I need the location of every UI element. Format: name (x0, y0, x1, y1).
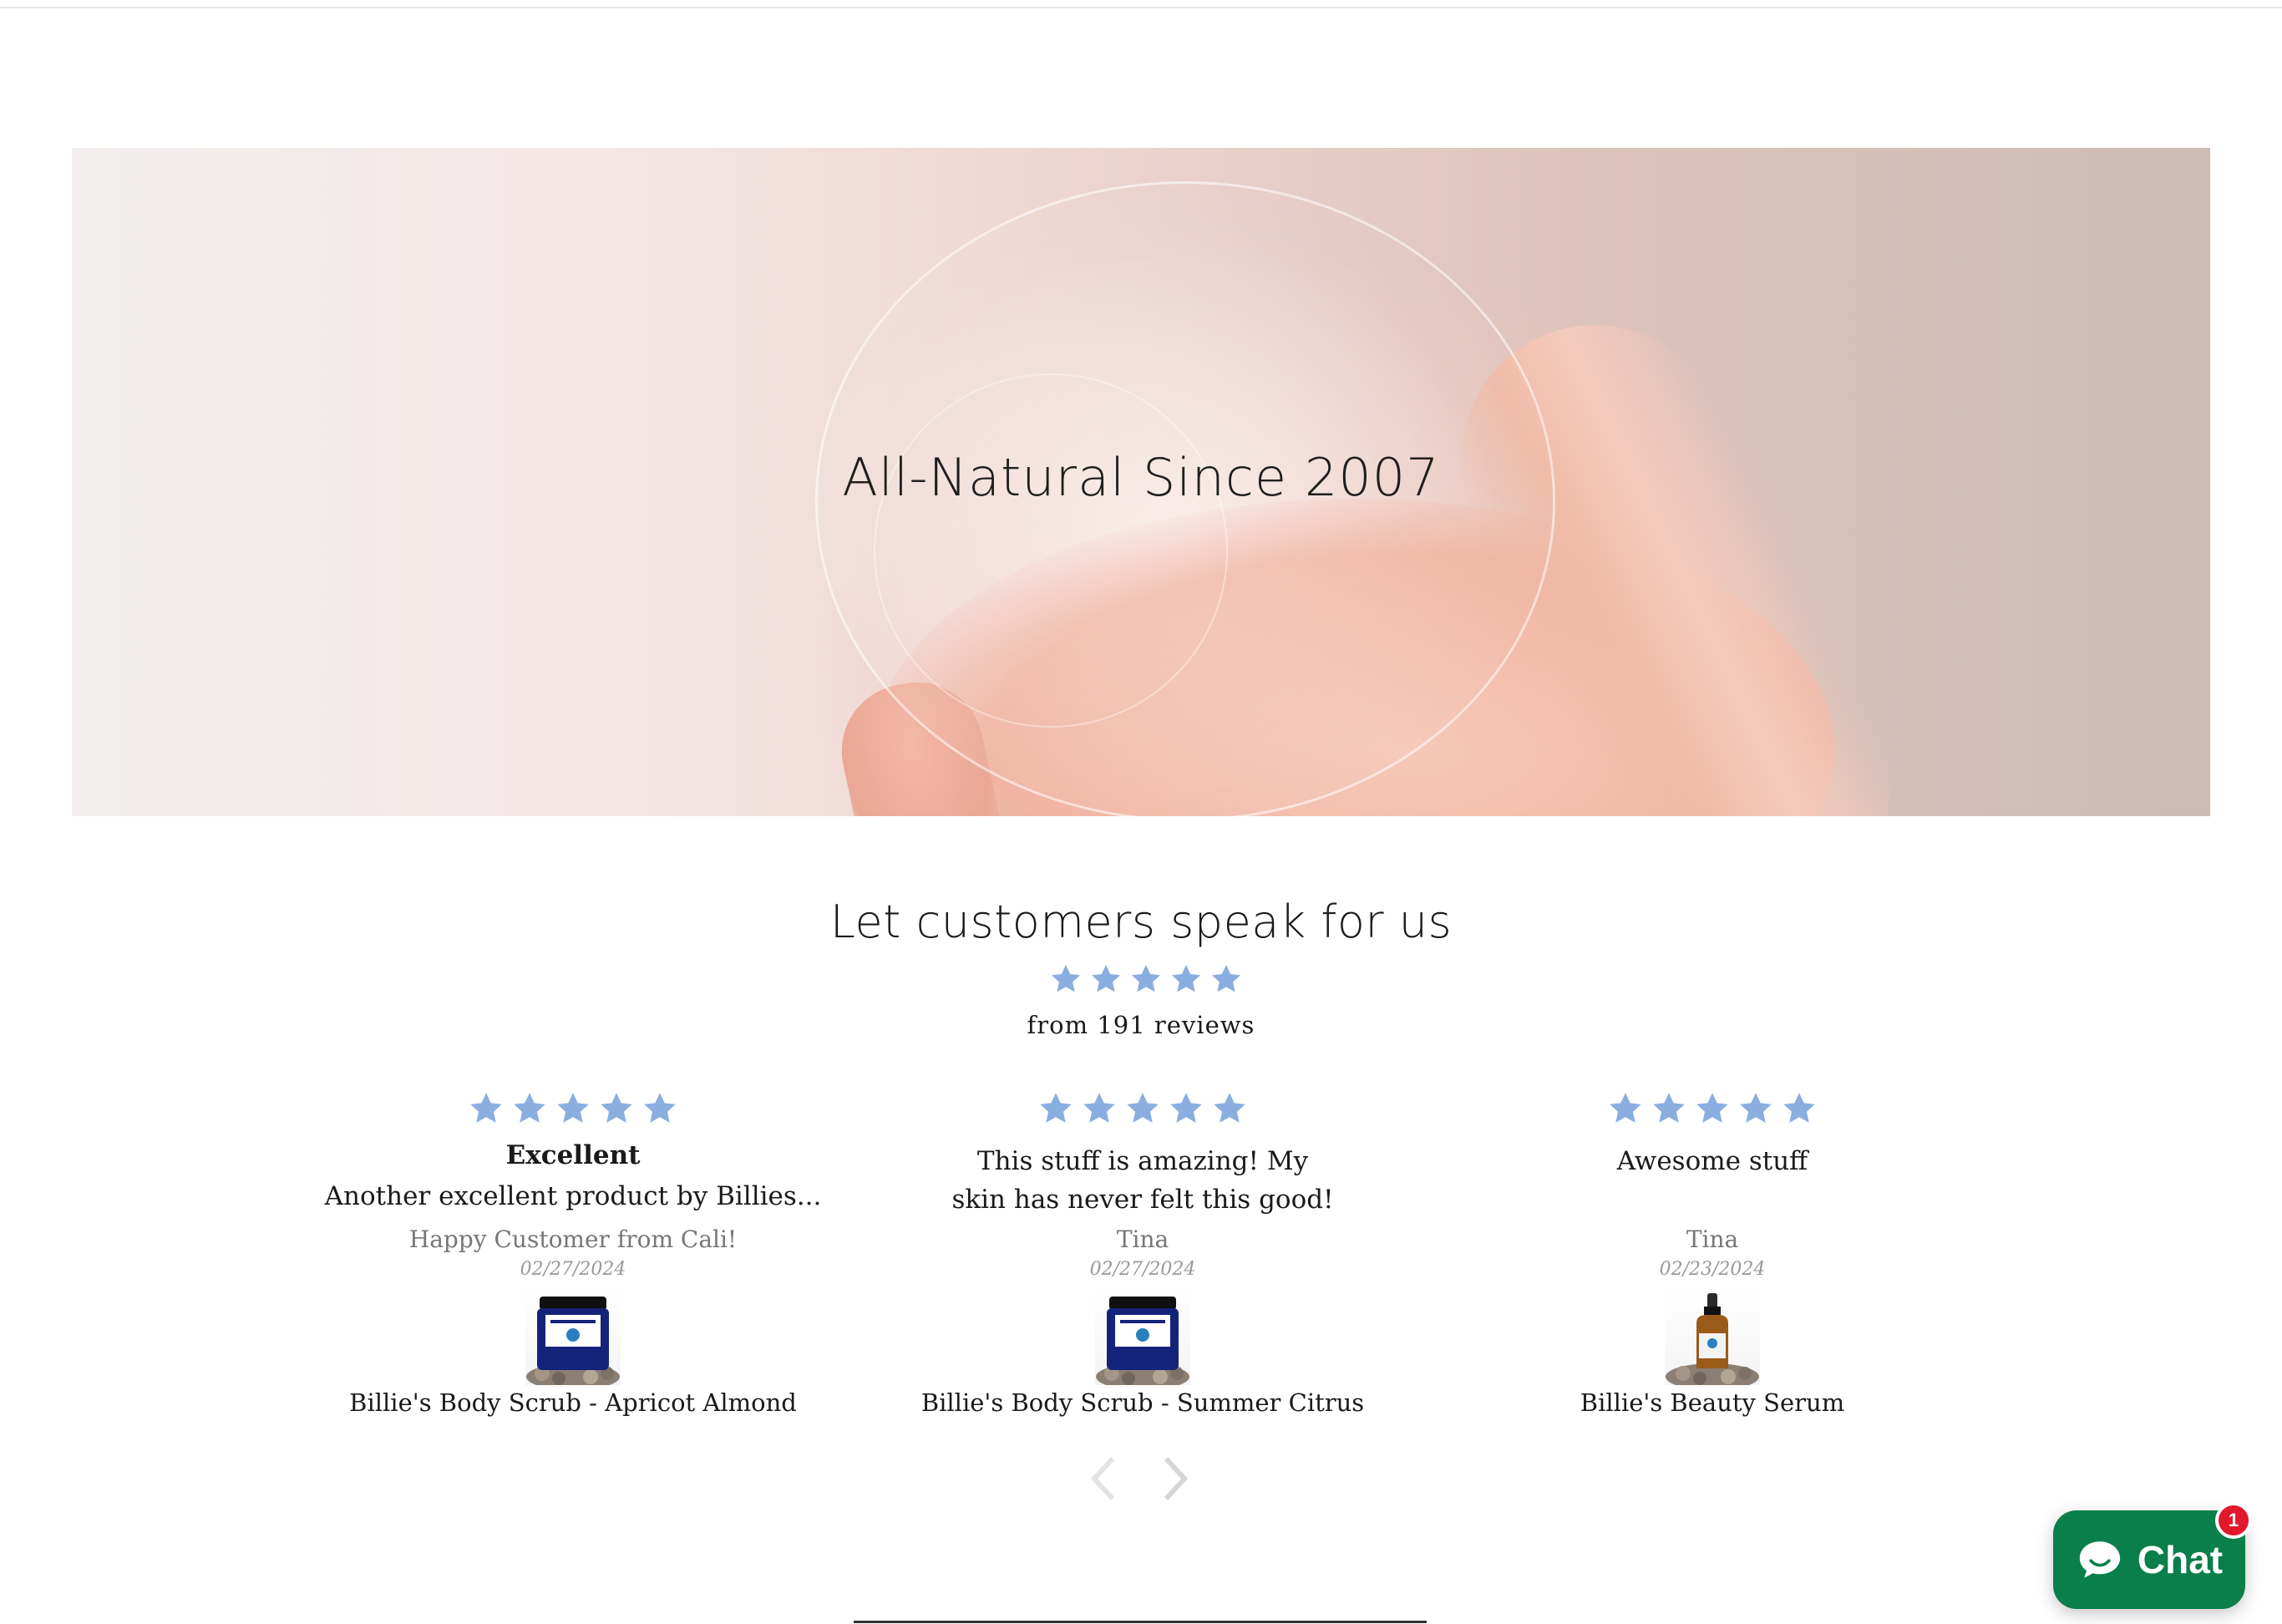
review-product-link[interactable]: Billie's Beauty Serum (1453, 1388, 1971, 1417)
review-stars (884, 1090, 1402, 1132)
review-stars (314, 1090, 832, 1132)
review-stars (1453, 1090, 1971, 1132)
star-icon (1083, 1093, 1115, 1123)
blue-jar-product-image[interactable] (525, 1290, 621, 1385)
chevron-right-icon[interactable] (1156, 1454, 1193, 1504)
star-icon (1172, 965, 1200, 992)
star-icon (1653, 1093, 1685, 1123)
review-body: Awesome stuff (1616, 1146, 1808, 1176)
star-icon (1092, 965, 1120, 992)
star-icon (1052, 965, 1080, 992)
chevron-left-icon[interactable] (1086, 1454, 1123, 1504)
section-divider (854, 1621, 1427, 1623)
summary-rating-stars (1049, 962, 1243, 996)
chat-label: Chat (2137, 1538, 2224, 1581)
review-product-link[interactable]: Billie's Body Scrub - Summer Citrus (884, 1388, 1402, 1417)
reviews-heading: Let customers speak for us (829, 896, 1453, 948)
review-body: This stuff is amazing! My skin has never… (951, 1146, 1334, 1215)
serum-bottle-product-image[interactable] (1665, 1290, 1760, 1385)
star-icon (1740, 1093, 1772, 1123)
reviews-summary[interactable]: from 191 reviews (0, 1011, 2282, 1039)
star-icon (1610, 1093, 1641, 1123)
star-icon (1132, 965, 1160, 992)
blue-jar-product-image[interactable] (1095, 1290, 1190, 1385)
review-author: Tina (1116, 1226, 1169, 1253)
star-icon (1214, 1093, 1245, 1123)
review-date: 02/27/2024 (520, 1259, 626, 1280)
star-icon (601, 1093, 632, 1123)
hero-title: All-Natural Since 2007 (842, 447, 1440, 508)
review-product-link[interactable]: Billie's Body Scrub - Apricot Almond (314, 1388, 832, 1417)
star-icon (1783, 1093, 1815, 1123)
star-icon (1696, 1093, 1728, 1123)
review-date: 02/27/2024 (1089, 1259, 1196, 1280)
review-date: 02/23/2024 (1659, 1259, 1766, 1280)
star-icon (557, 1093, 589, 1123)
star-icon (1127, 1093, 1159, 1123)
star-icon (644, 1093, 676, 1123)
review-title: Excellent (505, 1140, 641, 1170)
hero-banner: All-Natural Since 2007 (72, 148, 2210, 816)
star-icon (1040, 1093, 1072, 1123)
review-card[interactable]: Excellent Another excellent product by B… (314, 1090, 832, 1417)
chat-notification-badge: 1 (2215, 1502, 2252, 1539)
star-icon (1212, 965, 1240, 992)
review-card[interactable]: This stuff is amazing! My skin has never… (884, 1090, 1402, 1417)
star-icon (470, 1093, 502, 1123)
page: All-Natural Since 2007 Let customers spe… (0, 0, 2282, 1624)
review-carousel-nav (1086, 1454, 1193, 1504)
review-author: Tina (1686, 1226, 1739, 1253)
chat-bubble-icon (2079, 1541, 2121, 1578)
header-divider (0, 7, 2282, 8)
star-icon (1170, 1093, 1202, 1123)
star-icon (514, 1093, 545, 1123)
review-author: Happy Customer from Cali! (408, 1226, 738, 1253)
review-card[interactable]: Awesome stuff Tina 02/23/2024 Billie's B… (1453, 1090, 1971, 1417)
review-body: Another excellent product by Billies... (324, 1181, 822, 1211)
